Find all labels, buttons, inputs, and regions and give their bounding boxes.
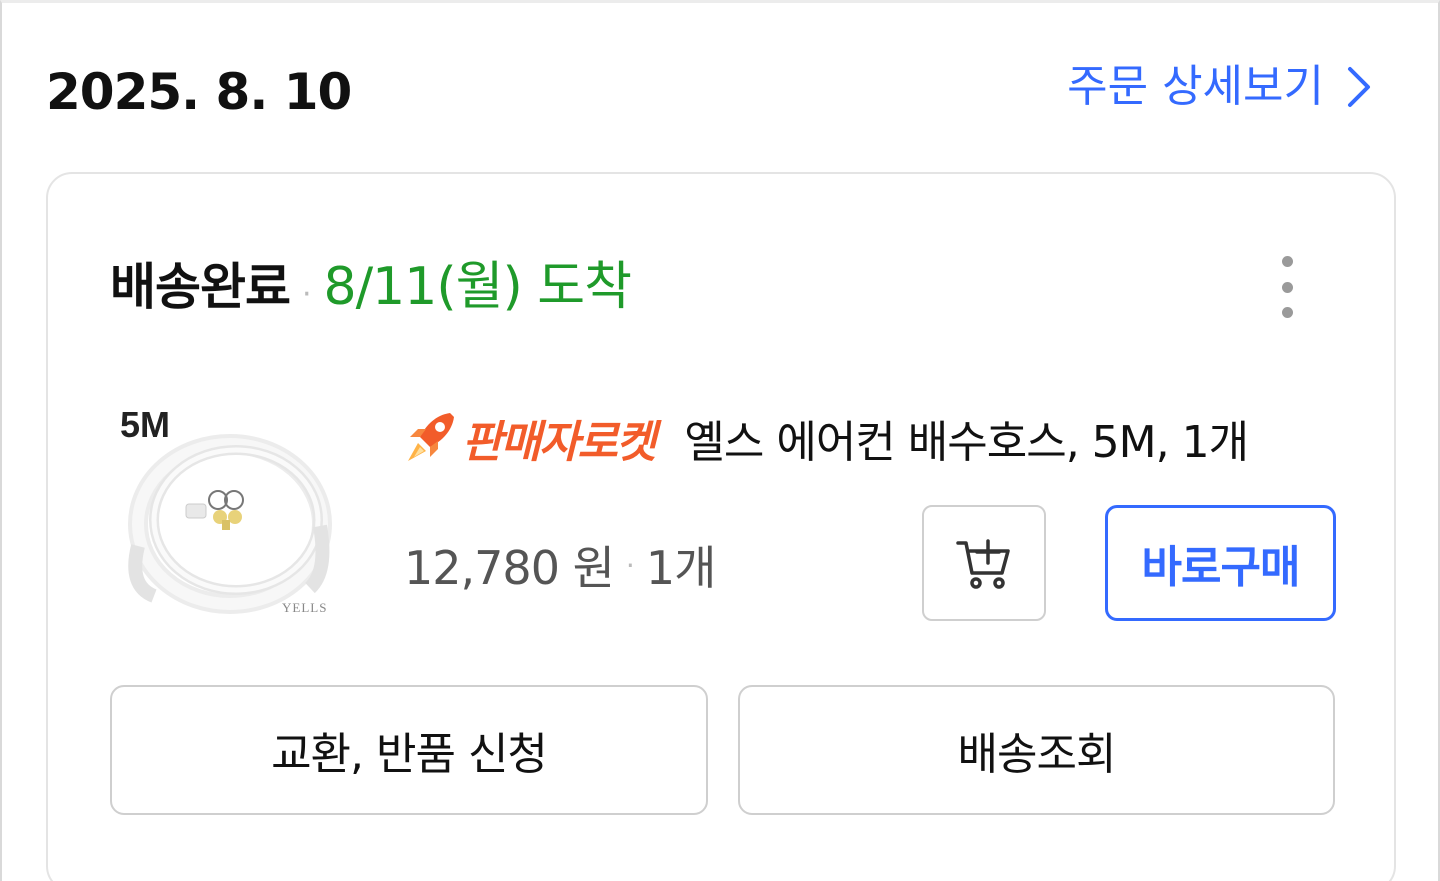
- kebab-dot: [1281, 281, 1293, 293]
- track-delivery-button[interactable]: 배송조회: [738, 685, 1335, 815]
- product-quantity: 1개: [645, 541, 717, 595]
- order-detail-label: 주문 상세보기: [1067, 61, 1324, 112]
- product-title-row[interactable]: 판매자로켓 옐스 에어컨 배수호스, 5M, 1개: [400, 406, 1249, 470]
- order-date: 2025. 8. 10: [46, 63, 352, 121]
- kebab-dot: [1281, 256, 1293, 267]
- price-separator: ·: [625, 548, 635, 582]
- buy-now-button[interactable]: 바로구매: [1105, 505, 1336, 621]
- status-separator: ·: [302, 277, 312, 312]
- price-row: 12,780 원 · 1개: [404, 532, 717, 598]
- order-detail-link[interactable]: 주문 상세보기: [1067, 57, 1372, 117]
- seller-rocket-badge: 판매자로켓: [400, 406, 656, 470]
- arrival-date: 8/11(월) 도착: [323, 257, 632, 317]
- seller-badge-label: 판매자로켓: [462, 417, 656, 468]
- order-card: 배송완료 · 8/11(월) 도착 5M YELLS 판매자로켓 옐스 에어컨 …: [46, 172, 1396, 881]
- product-thumbnail[interactable]: 5M YELLS: [114, 396, 344, 626]
- image-size-label: 5M: [120, 404, 171, 445]
- delivery-status: 배송완료: [110, 258, 291, 316]
- kebab-dot: [1281, 307, 1293, 318]
- image-brand-label: YELLS: [282, 600, 328, 615]
- product-name: 옐스 에어컨 배수호스, 5M, 1개: [684, 417, 1249, 468]
- add-to-cart-icon: [956, 539, 1010, 589]
- rocket-icon: [408, 413, 454, 461]
- add-to-cart-button[interactable]: [922, 505, 1046, 621]
- product-price: 12,780 원: [404, 541, 615, 595]
- exchange-return-button[interactable]: 교환, 반품 신청: [110, 685, 708, 815]
- order-list-page: 2025. 8. 10 주문 상세보기 배송완료 · 8/11(월) 도착 5M…: [0, 0, 1440, 881]
- chevron-right-icon: [1348, 67, 1370, 107]
- more-options-icon[interactable]: [1272, 256, 1302, 318]
- delivery-status-row: 배송완료 · 8/11(월) 도착: [110, 252, 632, 330]
